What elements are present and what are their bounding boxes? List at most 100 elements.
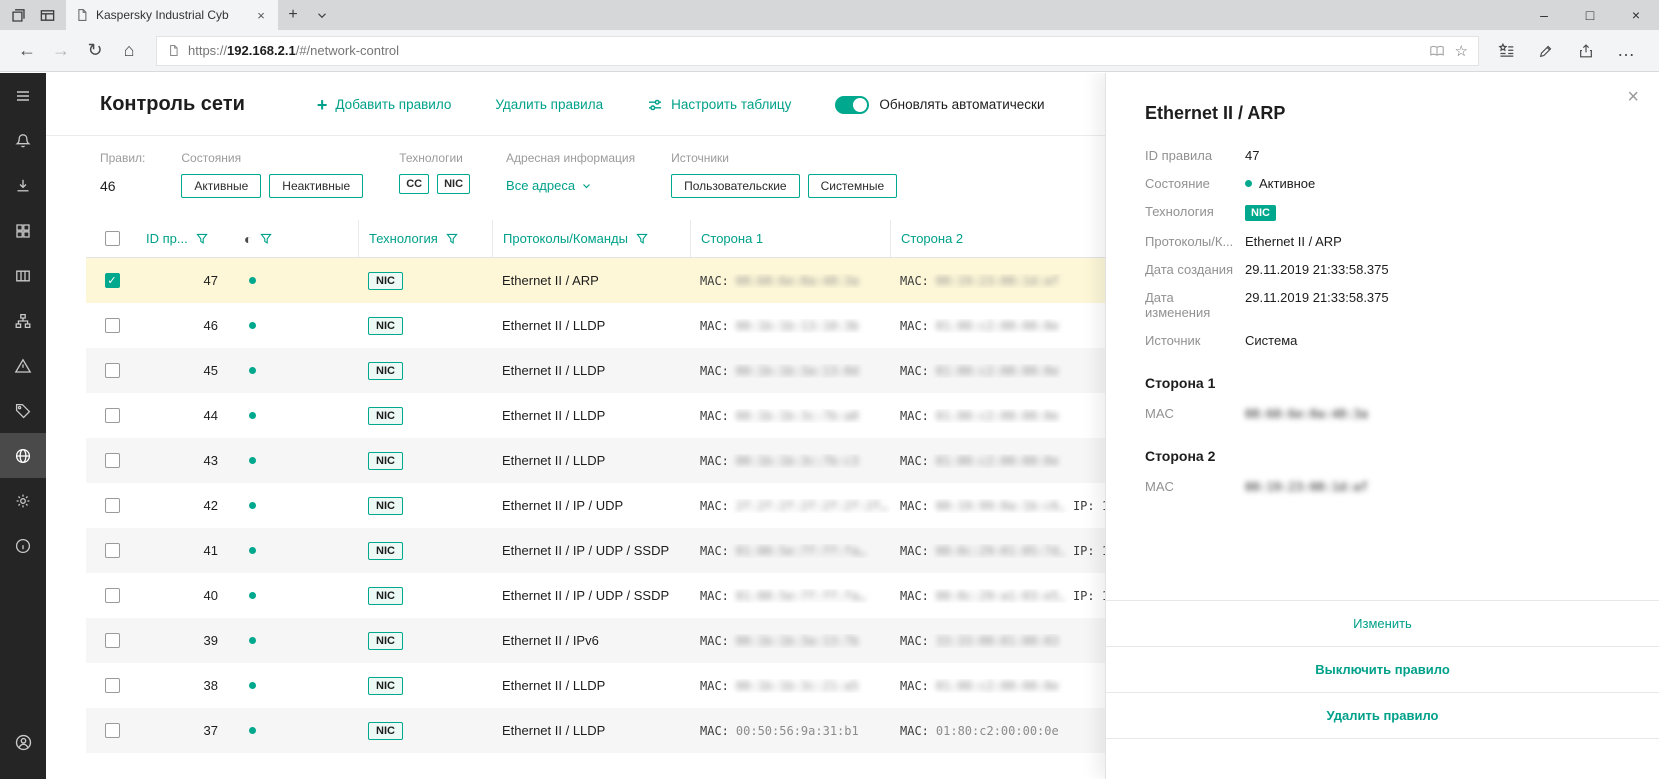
row-checkbox[interactable]: [105, 408, 120, 423]
sidebar-menu-icon[interactable]: [0, 73, 46, 118]
mac-label: MAC:: [700, 364, 729, 378]
auto-refresh-control[interactable]: Обновлять автоматически: [835, 96, 1044, 114]
share-icon[interactable]: [1569, 34, 1603, 68]
back-button[interactable]: ←: [10, 34, 44, 68]
side1-mac-value: 00:1b:1b:3a:13:0d: [736, 364, 859, 378]
delete-rule-button[interactable]: Удалить правило: [1106, 692, 1659, 738]
filter-states: Состояния Активные Неактивные: [181, 151, 363, 198]
filter-system-rules-button[interactable]: Системные: [808, 174, 898, 198]
add-rule-button[interactable]: + Добавить правило: [317, 96, 452, 114]
filter-funnel-icon: [260, 233, 272, 245]
sidebar-settings-icon[interactable]: [0, 478, 46, 523]
url-text: https://192.168.2.1/#/network-control: [188, 43, 1421, 58]
filter-inactive-button[interactable]: Неактивные: [269, 174, 363, 198]
mac-label: MAC:: [700, 724, 729, 738]
state-column-icon: ◐: [244, 231, 252, 247]
app-sidebar: [0, 73, 46, 779]
tab-title: Kaspersky Industrial Cyb: [96, 8, 246, 22]
technology-badge: NIC: [368, 317, 403, 335]
panel-created-date: 29.11.2019 21:33:58.375: [1245, 262, 1629, 277]
browser-tab[interactable]: Kaspersky Industrial Cyb ×: [66, 0, 278, 30]
technology-badge: NIC: [368, 362, 403, 380]
side1-cell: MAC: 00:1b:1b:13:10:3b: [690, 319, 890, 333]
column-header-protocols[interactable]: Протоколы/Команды: [492, 220, 690, 257]
column-header-state[interactable]: ◐: [234, 220, 358, 257]
row-checkbox[interactable]: [105, 633, 120, 648]
tab-list-chevron-icon[interactable]: [308, 0, 336, 30]
sidebar-about-icon[interactable]: [0, 523, 46, 568]
sidebar-tags-icon[interactable]: [0, 388, 46, 433]
technology-badge: NIC: [368, 452, 403, 470]
row-checkbox[interactable]: [105, 588, 120, 603]
edit-rule-button[interactable]: Изменить: [1106, 600, 1659, 646]
sidebar-downloads-icon[interactable]: [0, 163, 46, 208]
filter-funnel-icon: [636, 233, 648, 245]
active-status-dot: [249, 727, 256, 734]
divider: [1106, 738, 1659, 739]
active-status-dot: [249, 682, 256, 689]
side1-cell: MAC: 00:50:56:9a:31:b1: [690, 724, 890, 738]
select-all-checkbox[interactable]: [105, 231, 120, 246]
row-checkbox[interactable]: [105, 498, 120, 513]
row-checkbox[interactable]: [105, 453, 120, 468]
active-status-dot: [1245, 180, 1252, 187]
rule-id: 46: [138, 318, 234, 333]
column-header-side1[interactable]: Сторона 1: [690, 220, 890, 257]
filter-cc-button[interactable]: CC: [399, 174, 429, 194]
filter-technologies: Технологии CC NIC: [399, 151, 470, 198]
sidebar-assets-icon[interactable]: [0, 253, 46, 298]
mac-label: MAC:: [700, 274, 729, 288]
row-checkbox[interactable]: [105, 273, 120, 288]
make-web-note-icon[interactable]: [1529, 34, 1563, 68]
filter-user-rules-button[interactable]: Пользовательские: [671, 174, 800, 198]
window-close-button[interactable]: ×: [1613, 0, 1659, 30]
disable-rule-button[interactable]: Выключить правило: [1106, 646, 1659, 692]
navigation-bar: ← → ↻ ⌂ https://192.168.2.1/#/network-co…: [0, 30, 1659, 72]
panel-side2-title: Сторона 2: [1145, 448, 1629, 464]
row-checkbox[interactable]: [105, 678, 120, 693]
mac-label: MAC:: [900, 724, 929, 738]
sidebar-events-icon[interactable]: [0, 343, 46, 388]
configure-table-button[interactable]: Настроить таблицу: [647, 97, 791, 113]
filter-nic-button[interactable]: NIC: [437, 174, 470, 194]
tab-bar: Kaspersky Industrial Cyb × + – □ ×: [0, 0, 1659, 30]
address-dropdown[interactable]: Все адреса: [506, 174, 591, 193]
new-tab-button[interactable]: +: [278, 0, 308, 30]
address-bar[interactable]: https://192.168.2.1/#/network-control ☆: [156, 36, 1479, 66]
reading-view-icon[interactable]: [1429, 43, 1445, 59]
mac-label: MAC:: [700, 634, 729, 648]
mac-label: MAC:: [700, 319, 729, 333]
column-header-technology[interactable]: Технология: [358, 220, 492, 257]
row-checkbox[interactable]: [105, 723, 120, 738]
window-maximize-button[interactable]: □: [1567, 0, 1613, 30]
sidebar-dashboard-icon[interactable]: [0, 208, 46, 253]
tab-preview-icon[interactable]: [33, 0, 62, 30]
sidebar-notifications-icon[interactable]: [0, 118, 46, 163]
filter-active-button[interactable]: Активные: [181, 174, 261, 198]
rule-state-cell: [234, 277, 358, 284]
side2-mac-value: 00:19:23:08:1d:af: [936, 274, 1059, 288]
window-minimize-button[interactable]: –: [1521, 0, 1567, 30]
row-checkbox[interactable]: [105, 363, 120, 378]
sidebar-network-control-icon[interactable]: [0, 433, 46, 478]
home-button[interactable]: ⌂: [112, 34, 146, 68]
settings-more-icon[interactable]: …: [1609, 34, 1643, 68]
sidebar-network-map-icon[interactable]: [0, 298, 46, 343]
panel-close-icon[interactable]: ×: [1627, 86, 1639, 109]
refresh-button[interactable]: ↻: [78, 34, 112, 68]
panel-rule-state: Активное: [1245, 176, 1629, 191]
set-aside-tabs-icon[interactable]: [4, 0, 33, 30]
side1-cell: MAC: 2f:2f:2f:2f:2f:2f:2f…: [690, 499, 890, 513]
auto-refresh-toggle[interactable]: [835, 96, 869, 114]
row-checkbox[interactable]: [105, 543, 120, 558]
technology-badge: NIC: [368, 542, 403, 560]
column-header-id[interactable]: ID пр...: [138, 220, 234, 257]
delete-rules-button[interactable]: Удалить правила: [495, 97, 603, 112]
rule-state-cell: [234, 592, 358, 599]
hub-favorites-icon[interactable]: [1489, 34, 1523, 68]
tab-close-icon[interactable]: ×: [253, 8, 269, 23]
sidebar-account-icon[interactable]: [0, 720, 46, 765]
favorite-star-icon[interactable]: ☆: [1455, 42, 1468, 60]
row-checkbox[interactable]: [105, 318, 120, 333]
panel-side2-mac-row: MAC 00:19:23:08:1d:af: [1145, 479, 1629, 494]
